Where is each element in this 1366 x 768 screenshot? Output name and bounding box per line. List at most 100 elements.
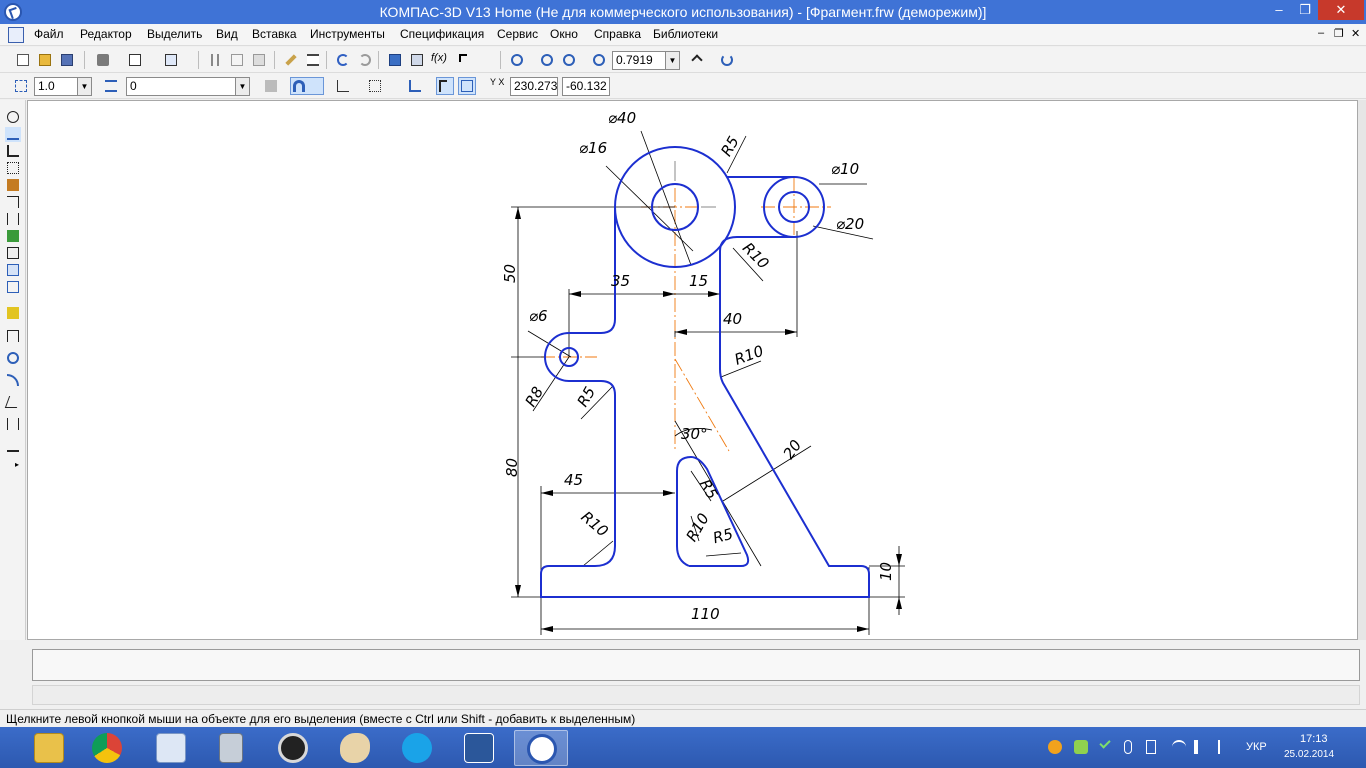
menu-insert[interactable]: Вставка [252, 27, 297, 41]
taskbar-task-manager[interactable] [144, 730, 198, 766]
language-indicator[interactable]: УКР [1246, 741, 1267, 753]
new-document-button[interactable] [14, 51, 32, 69]
clock-time[interactable]: 17:13 [1300, 733, 1328, 745]
menu-tools[interactable]: Инструменты [310, 27, 385, 41]
layer-input[interactable]: 0 [126, 77, 236, 96]
layers-manager-button[interactable] [386, 51, 404, 69]
variables-button[interactable] [408, 51, 426, 69]
dim-radius-5-slot[interactable]: R5 [711, 525, 735, 548]
taskbar-calculator[interactable] [204, 730, 258, 766]
symbols-panel-button[interactable] [5, 144, 21, 159]
dim-radius-10-mid[interactable]: R10 [732, 342, 766, 369]
taskbar-chrome[interactable] [80, 730, 134, 766]
manager-button[interactable] [162, 51, 180, 69]
pan-button[interactable] [688, 51, 706, 69]
function-button[interactable]: f(x) [430, 51, 448, 69]
edit-panel-button[interactable] [5, 161, 21, 176]
zoom-dropdown-chevron-icon[interactable]: ▼ [666, 51, 680, 70]
menu-window[interactable]: Окно [550, 27, 578, 41]
select-panel-button[interactable] [5, 212, 21, 227]
properties-button[interactable] [262, 77, 280, 95]
grid-button[interactable] [366, 77, 396, 95]
menu-view[interactable]: Вид [216, 27, 238, 41]
diameter-dimension-button[interactable] [5, 351, 21, 366]
close-button[interactable]: ✕ [1318, 0, 1364, 20]
step-button[interactable] [12, 77, 30, 95]
cursor-snap-button[interactable] [458, 77, 476, 95]
ortho-button[interactable] [334, 77, 352, 95]
drawing-svg[interactable]: ⌀40 ⌀16 R5 ⌀10 ⌀20 R10 50 35 15 40 ⌀6 R1… [28, 101, 1358, 640]
battery-tray-icon[interactable] [1146, 740, 1156, 754]
messenger-tray-icon[interactable] [1074, 740, 1088, 754]
taskbar-paint[interactable] [328, 730, 382, 766]
expand-panel-button[interactable]: ▸ [5, 460, 21, 470]
volume-tray-icon[interactable] [1194, 740, 1204, 754]
taskbar-kompas[interactable] [514, 730, 568, 766]
property-panel[interactable] [32, 649, 1360, 681]
taskbar-word[interactable] [452, 730, 506, 766]
taskbar-camera[interactable] [266, 730, 320, 766]
dim-width-110[interactable]: 110 [691, 605, 720, 623]
linear-dimension-button[interactable] [5, 306, 21, 321]
fragment-panel-button[interactable] [5, 280, 21, 295]
mdi-minimize-button[interactable]: – [1318, 27, 1324, 39]
network-tray-icon[interactable] [1172, 740, 1186, 754]
open-button[interactable] [36, 51, 54, 69]
ortho-mode-button[interactable] [436, 77, 454, 95]
dimensions-panel-button[interactable] [5, 127, 21, 142]
taskbar-skype[interactable] [390, 730, 444, 766]
menu-select[interactable]: Выделить [147, 27, 202, 41]
menu-service[interactable]: Сервис [497, 27, 538, 41]
zoom-in-button[interactable] [538, 51, 556, 69]
menu-file[interactable]: Файл [34, 27, 64, 41]
cut-button[interactable] [206, 51, 224, 69]
dim-height-50[interactable]: 50 [501, 264, 519, 283]
zoom-out-button[interactable] [560, 51, 578, 69]
dim-radius-10-right[interactable]: R10 [739, 239, 773, 273]
dim-radius-8[interactable]: R8 [522, 384, 548, 410]
clock-date[interactable]: 25.02.2014 [1284, 749, 1334, 760]
measure-panel-button[interactable] [5, 195, 21, 210]
dim-radius-5-left[interactable]: R5 [574, 384, 600, 410]
drawing-canvas[interactable]: ⌀40 ⌀16 R5 ⌀10 ⌀20 R10 50 35 15 40 ⌀6 R1… [27, 100, 1358, 640]
flag-tray-icon[interactable] [1218, 740, 1228, 754]
paste-button[interactable] [250, 51, 268, 69]
mdi-restore-button[interactable]: ❐ [1334, 27, 1344, 40]
properties-brush-button[interactable] [282, 51, 300, 69]
coord-y-input[interactable]: -60.132 [562, 77, 610, 96]
dim-diameter-16[interactable]: ⌀16 [579, 139, 607, 157]
redo-button[interactable] [356, 51, 374, 69]
geometry-panel-button[interactable] [5, 110, 21, 125]
help-pointer-button[interactable] [456, 51, 474, 69]
spec-panel-button[interactable] [5, 229, 21, 244]
menu-editor[interactable]: Редактор [80, 27, 132, 41]
dim-diameter-10[interactable]: ⌀10 [831, 160, 859, 178]
dim-radius-5-top[interactable]: R5 [717, 133, 743, 159]
layer-dropdown-chevron-icon[interactable]: ▼ [236, 77, 250, 96]
layer-button[interactable] [102, 77, 120, 95]
dim-height-10[interactable]: 10 [877, 562, 895, 581]
check-tray-icon[interactable] [1099, 737, 1111, 749]
zoom-input[interactable]: 0.7919 [612, 51, 666, 70]
step-dropdown-chevron-icon[interactable]: ▼ [78, 77, 92, 96]
zoom-window-button[interactable] [508, 51, 526, 69]
dim-angle-30[interactable]: 30° [681, 425, 708, 443]
save-button[interactable] [58, 51, 76, 69]
mdi-close-button[interactable]: ✕ [1351, 27, 1360, 40]
radial-dimension-button[interactable] [5, 373, 21, 388]
arc-dimension-button[interactable] [5, 417, 21, 432]
zoom-scale-button[interactable] [590, 51, 608, 69]
preview-button[interactable] [126, 51, 144, 69]
refresh-button[interactable] [718, 51, 736, 69]
taskbar-file-explorer[interactable] [22, 730, 76, 766]
dim-height-80[interactable]: 80 [503, 458, 521, 477]
angular-dimension-button[interactable] [4, 395, 22, 410]
list-button[interactable] [304, 51, 322, 69]
print-button[interactable] [94, 51, 112, 69]
undo-button[interactable] [334, 51, 352, 69]
dim-diameter-40[interactable]: ⌀40 [608, 109, 636, 127]
local-cs-button[interactable] [406, 77, 424, 95]
dim-radius-10-base[interactable]: R10 [578, 508, 612, 541]
menu-libraries[interactable]: Библиотеки [653, 27, 718, 41]
reports-panel-button[interactable] [5, 246, 21, 261]
